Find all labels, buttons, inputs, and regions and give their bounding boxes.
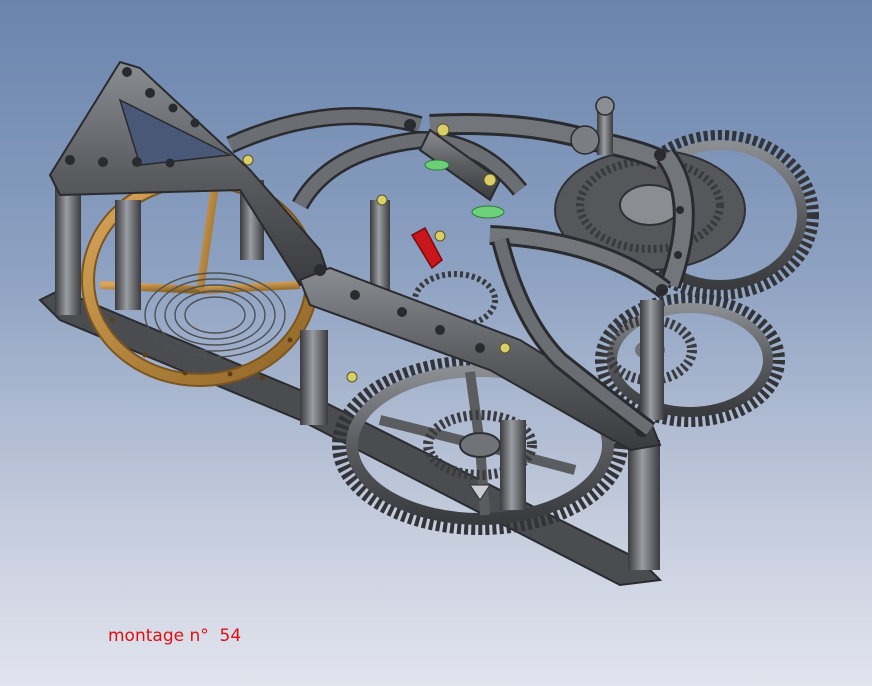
assembly-number-label: montage n° 54 [108, 626, 242, 646]
third-wheel[interactable] [595, 293, 785, 427]
hairspring [144, 272, 286, 358]
cad-3d-viewport[interactable] [0, 0, 872, 686]
